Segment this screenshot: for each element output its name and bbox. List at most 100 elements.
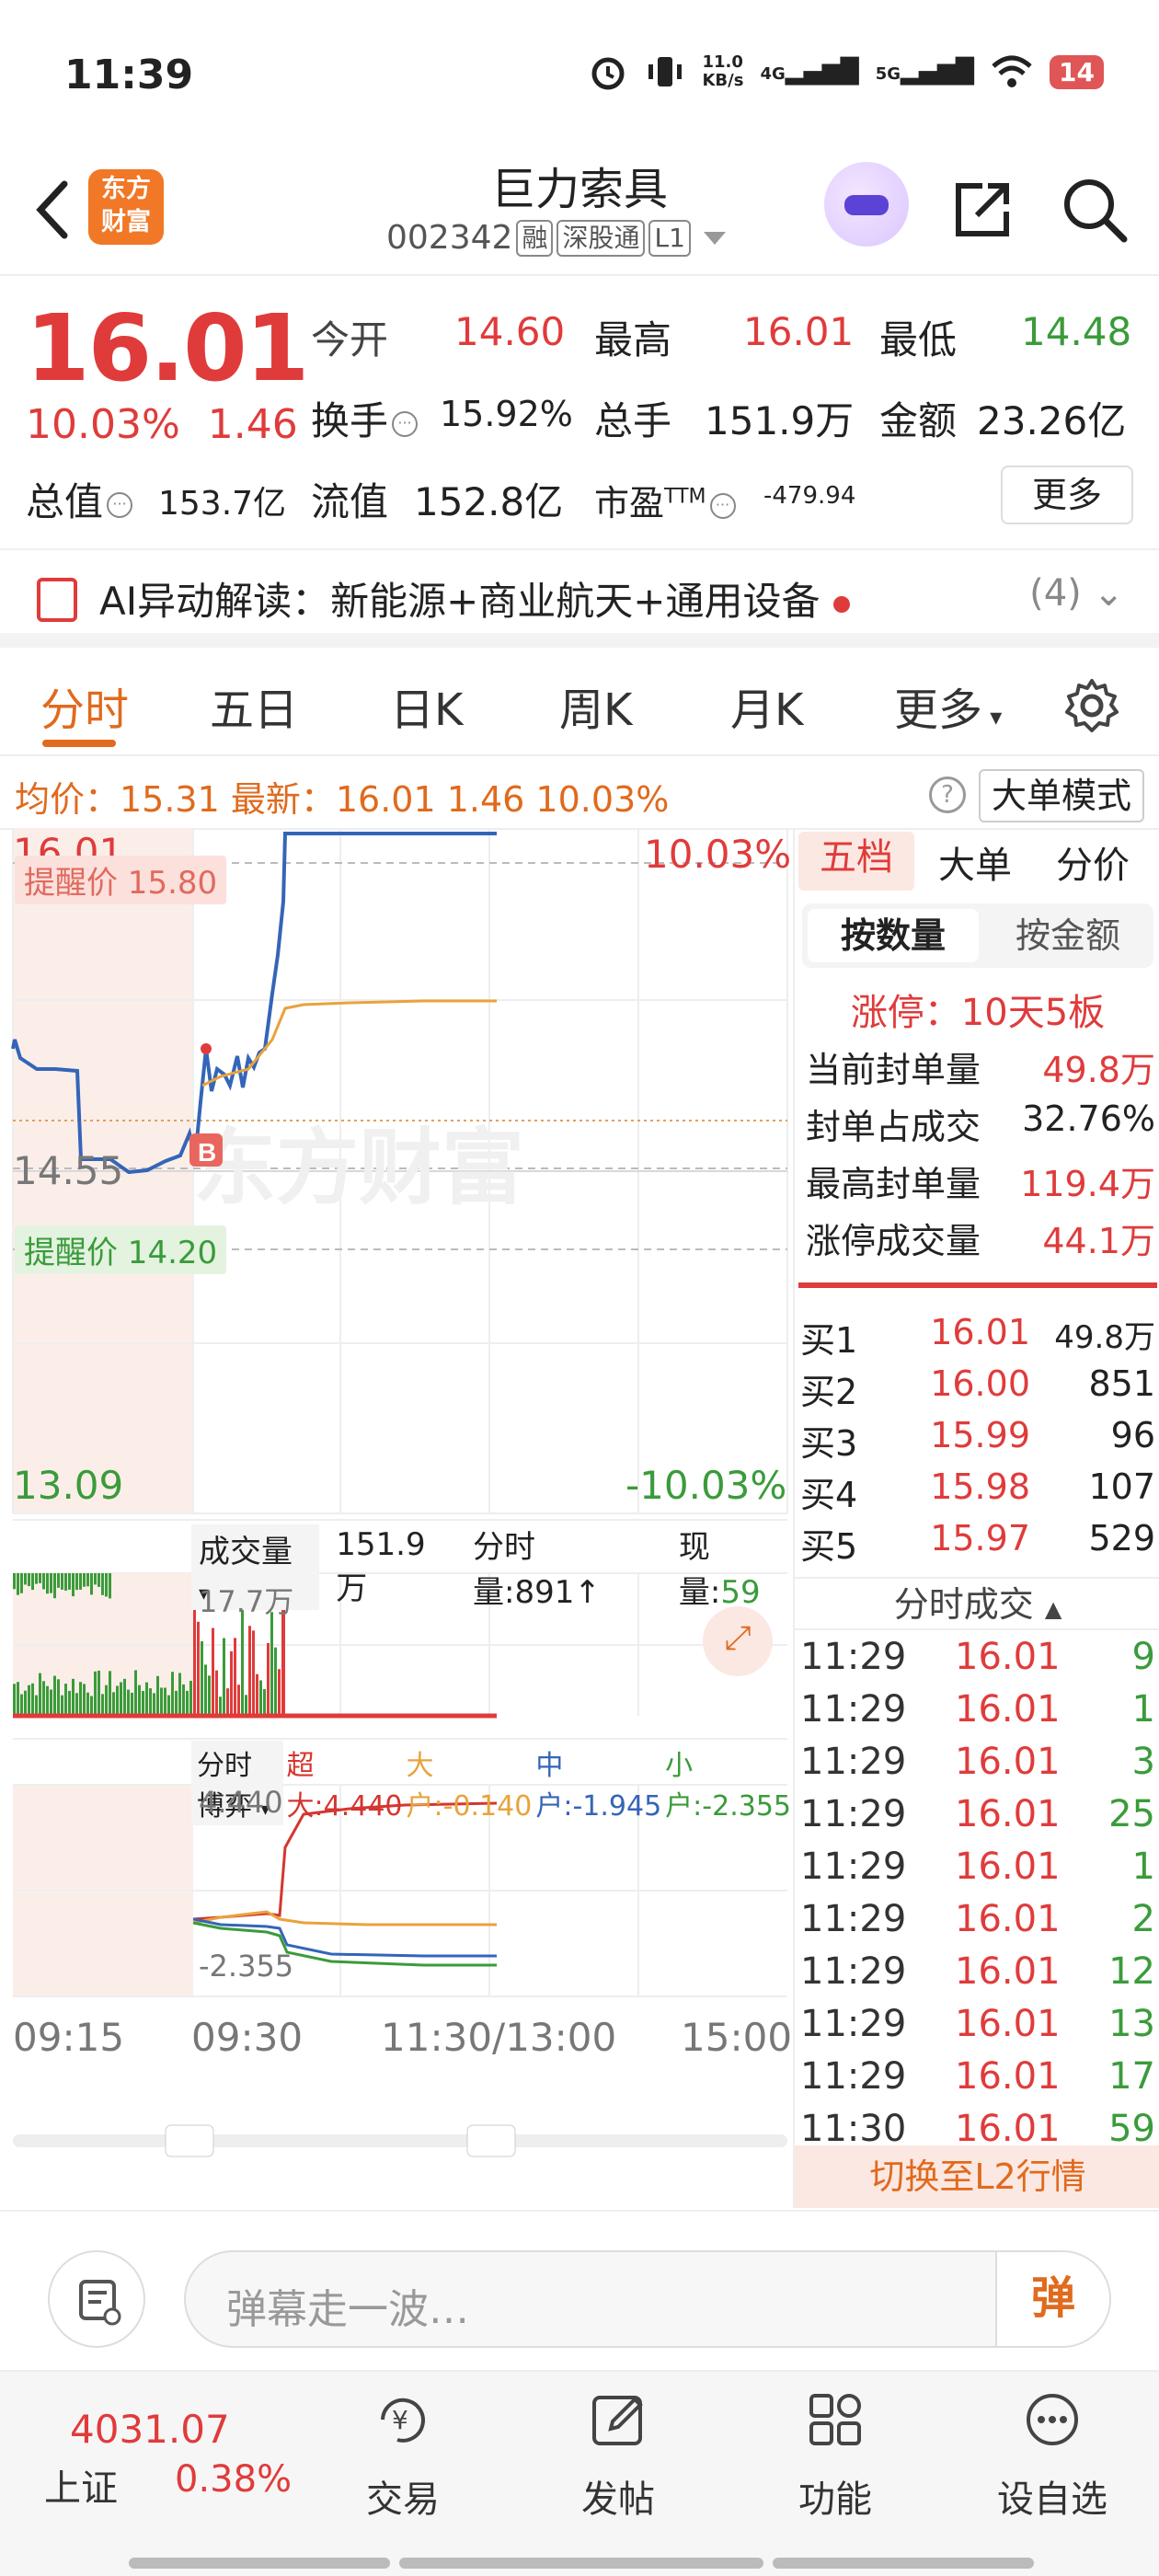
ai-text: AI异动解读：新能源+商业航天+通用设备 (99, 579, 820, 624)
search-icon[interactable] (1058, 173, 1131, 247)
info-icon[interactable]: ··· (107, 491, 133, 518)
quote-panel: 16.01 10.03% 1.46 今开 14.60 最高 16.01 最低 14… (0, 276, 1159, 543)
kv-row: 封单占成交 32.76% (806, 1098, 1155, 1147)
change-percent: 10.03% (26, 401, 180, 448)
help-icon[interactable]: ? (929, 776, 966, 813)
tab-indicator (42, 740, 116, 747)
nav-trade[interactable]: ¥ 交易 (339, 2386, 467, 2523)
ai-banner[interactable]: AI异动解读：新能源+商业航天+通用设备 (4) ⌄ (0, 548, 1159, 648)
watermark: 东方财富 (193, 1122, 524, 1214)
tab-five-day[interactable]: 五日 (210, 673, 298, 738)
info-icon[interactable]: ··· (709, 492, 736, 519)
game-axis-bot: -2.355 (199, 1949, 294, 1984)
by-amount-button[interactable]: 按金额 (982, 909, 1153, 962)
alarm-icon (591, 57, 625, 90)
info-icon[interactable]: ··· (392, 410, 419, 437)
scroll-handle-left (165, 2124, 214, 2157)
big-order-mode-button[interactable]: 大单模式 (979, 769, 1144, 822)
tick-row: 11:29 16.01 13 (800, 2003, 1155, 2045)
danmu-send-button[interactable]: 弹 (995, 2252, 1109, 2346)
tick-row: 11:29 16.01 25 (800, 1793, 1155, 1835)
settings-gear-icon[interactable] (1061, 675, 1122, 736)
volume-minute: 分时量:891↑ (472, 1529, 601, 1611)
order-book-panel: 五档 大单 分价 按数量 按金额 涨停：10天5板 当前封单量 49.8万 封单占… (793, 828, 1159, 2208)
open-value: 14.60 (454, 309, 566, 354)
time-label-0915: 09:15 (13, 2015, 125, 2060)
amount-value: 23.26亿 (977, 398, 1127, 443)
tick-row: 11:29 16.01 9 (800, 1636, 1155, 1678)
tab-daily-k[interactable]: 日K (390, 673, 463, 738)
by-quantity-button[interactable]: 按数量 (808, 909, 979, 962)
float-label: 流值 (311, 479, 389, 524)
volume-value: 151.9万 (705, 398, 855, 443)
expand-icon[interactable]: ⤢ (703, 1606, 773, 1676)
game-super: 超大:4.440 (286, 1750, 403, 1823)
axis-pct-bot: -10.03% (625, 1463, 787, 1508)
tab-weekly-k[interactable]: 周K (559, 673, 632, 738)
open-label: 今开 (311, 317, 389, 362)
time-label-0930: 09:30 (191, 2015, 304, 2060)
game-small: 小户:-2.355 (665, 1750, 791, 1823)
limit-up-title: 涨停：10天5板 (850, 992, 1106, 1034)
tick-row: 11:29 16.01 1 (800, 1846, 1155, 1888)
tab-intraday[interactable]: 分时 (40, 673, 129, 738)
turnover-label: 换手 (311, 398, 389, 443)
system-nav-pill (129, 2558, 390, 2569)
limit-divider (798, 1282, 1157, 1288)
chart-tabs: 分时 五日 日K 周K 月K 更多 ▾ (0, 655, 1159, 756)
more-button[interactable]: 更多 (1001, 466, 1133, 524)
system-nav-pill (773, 2558, 1034, 2569)
tab-more[interactable]: 更多 ▾ (894, 673, 1002, 738)
nav-add-watchlist[interactable]: 设自选 (988, 2386, 1117, 2523)
kv-row: 涨停成交量 44.1万 (806, 1221, 1155, 1261)
ai-doc-icon (37, 578, 77, 622)
index-value: 4031.07 (70, 2407, 230, 2452)
tab-big-order[interactable]: 大单 (938, 835, 1012, 889)
buy-marker-label: B (198, 1138, 216, 1167)
intraday-chart-area[interactable]: 东方财富 B 16.01 10.03% 提醒价 15.80 14.55 提醒价 … (0, 828, 793, 2208)
volume-total: 151.9万 (336, 1525, 426, 1607)
pe-value: -479.94 (763, 482, 856, 510)
comment-settings-icon[interactable] (48, 2250, 145, 2348)
ai-assistant-avatar[interactable] (824, 162, 909, 247)
kv-row: 最高封单量 119.4万 (806, 1164, 1155, 1204)
tab-monthly-k[interactable]: 月K (730, 673, 803, 738)
ticks-header[interactable]: 分时成交 ▲ (795, 1577, 1159, 1630)
remind-price-down[interactable]: 提醒价 14.20 (15, 1225, 227, 1274)
mcap-label: 总值 (26, 479, 104, 524)
price-summary-row: 均价：15.31 最新：16.01 1.46 10.03% ? 大单模式 (0, 758, 1159, 830)
low-label: 最低 (879, 317, 958, 362)
amount-label: 金额 (879, 398, 958, 443)
edit-icon (592, 2396, 643, 2445)
tag-margin: 融 (516, 219, 554, 257)
tab-five-level[interactable]: 五档 (798, 832, 914, 891)
index-percent: 0.38% (175, 2458, 293, 2501)
index-name: 上证 (44, 2467, 118, 2510)
bottom-navigation: 4031.07 上证 0.38% ¥ 交易 发帖 功能 设自选 (0, 2370, 1159, 2576)
net-speed: 11.0 KB/s (702, 52, 744, 90)
game-axis-top: 4.440 (199, 1785, 283, 1820)
remind-price-up[interactable]: 提醒价 15.80 (15, 856, 227, 904)
nav-post[interactable]: 发帖 (554, 2386, 683, 2523)
game-mid: 中户:-1.945 (535, 1750, 662, 1823)
trade-icon: ¥ (381, 2398, 425, 2443)
danmu-input[interactable]: 弹幕走一波… 弹 (184, 2250, 1111, 2348)
tag-connect: 深股通 (557, 219, 646, 257)
share-icon[interactable] (946, 173, 1019, 247)
high-value: 16.01 (743, 309, 855, 354)
unread-dot (832, 595, 850, 613)
order-book-row: 买3 15.99 96 (800, 1415, 1155, 1464)
volume-now: 59 (720, 1574, 761, 1611)
game-large: 大户:-0.140 (406, 1750, 533, 1823)
order-book-row: 买4 15.98 107 (800, 1466, 1155, 1515)
pe-label: 市盈 (594, 483, 665, 523)
stock-code-row[interactable]: 002342 融 深股通 L1 (386, 219, 726, 257)
kv-row: 当前封单量 49.8万 (806, 1050, 1155, 1090)
switch-l2-button[interactable]: 切换至L2行情 (795, 2145, 1159, 2208)
intraday-chart-svg: 东方财富 B (11, 828, 788, 2157)
tick-row: 11:29 16.01 12 (800, 1950, 1155, 1993)
time-label-1500: 15:00 (681, 2015, 793, 2060)
nav-functions[interactable]: 功能 (771, 2386, 900, 2523)
stock-header: 东方 财富 巨力索具 002342 融 深股通 L1 (0, 147, 1159, 276)
tab-price-dist[interactable]: 分价 (1056, 835, 1130, 889)
